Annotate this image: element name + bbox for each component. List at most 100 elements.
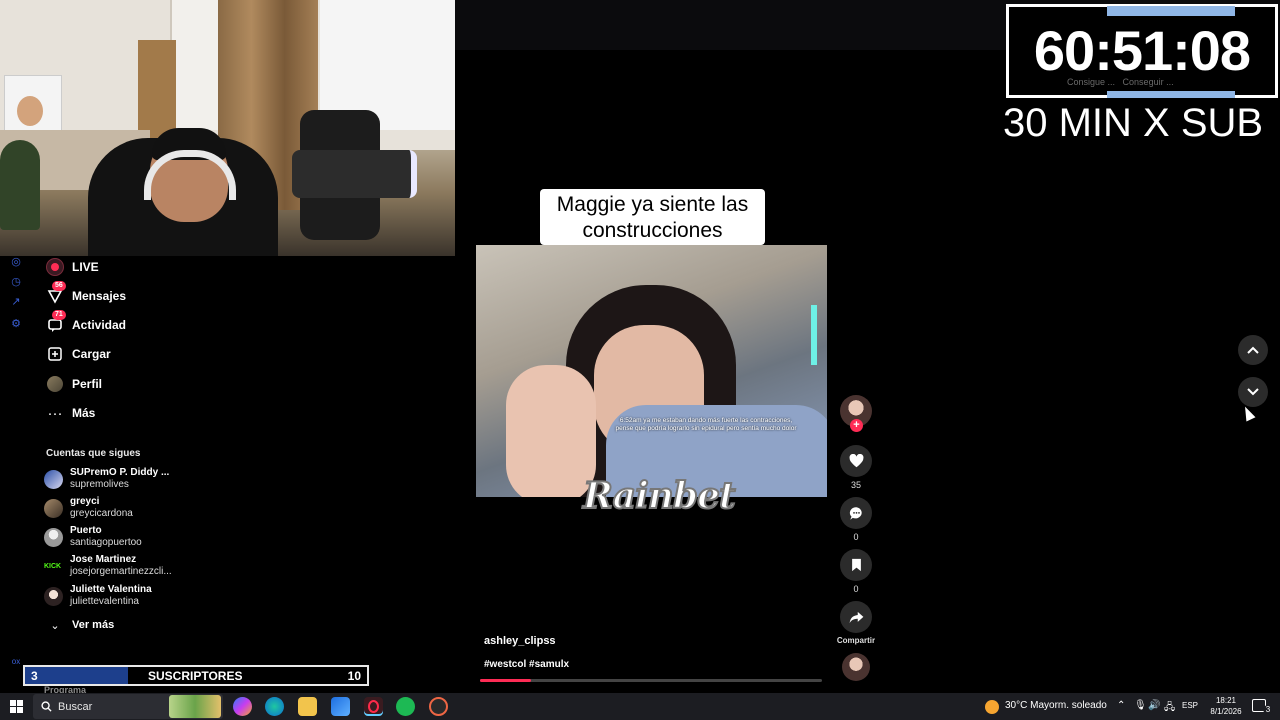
network-icon[interactable]: 🖧 bbox=[1164, 700, 1175, 717]
kick-logo-icon: KICK bbox=[44, 562, 62, 570]
following-avatar bbox=[44, 527, 63, 547]
following-avatar bbox=[44, 586, 63, 606]
sidebar-item-label: LIVE bbox=[72, 260, 99, 274]
sidebar-item-messages[interactable]: 56 Mensajes bbox=[46, 281, 127, 308]
webcam-tree bbox=[0, 140, 40, 230]
taskbar-clock[interactable]: 18:21 8/1/2026 bbox=[1206, 695, 1246, 717]
microphone-icon[interactable]: 🎙 bbox=[1134, 700, 1147, 711]
video-hashtags[interactable]: #westcol #samulx bbox=[484, 659, 569, 670]
taskbar-search-label: Buscar bbox=[58, 700, 93, 713]
profile-avatar bbox=[46, 375, 64, 393]
subathon-rate: 30 MIN X SUB bbox=[1003, 101, 1264, 145]
taskbar-weather[interactable]: 30°C Mayorm. soleado bbox=[1005, 700, 1107, 711]
comment-count: 0 bbox=[853, 532, 859, 542]
rail-clock-icon[interactable]: ◷ bbox=[10, 276, 22, 288]
see-more-label: Ver más bbox=[72, 619, 115, 631]
video-author[interactable]: ashley_clipss bbox=[484, 635, 556, 647]
video-neon-light bbox=[811, 305, 817, 365]
activity-badge: 71 bbox=[52, 310, 66, 320]
sidebar-item-upload[interactable]: Cargar bbox=[46, 342, 111, 366]
following-avatar bbox=[44, 498, 63, 518]
following-handle: santiagopuertoo bbox=[70, 537, 142, 548]
comment-action[interactable]: 0 bbox=[840, 497, 872, 542]
rail-share-icon[interactable]: ↗ bbox=[10, 296, 22, 308]
previous-video-button[interactable] bbox=[1238, 335, 1268, 365]
following-item[interactable]: KICK Jose Martinez josejorgemartinezzcli… bbox=[44, 554, 172, 578]
rail-extra-icon: ox bbox=[11, 657, 21, 666]
following-item[interactable]: greyci greycicardona bbox=[44, 496, 133, 520]
clock-time: 18:21 bbox=[1215, 696, 1237, 705]
webcam-door bbox=[170, 0, 218, 130]
copilot-icon[interactable] bbox=[233, 697, 252, 716]
following-name: greyci bbox=[70, 496, 100, 507]
edge-icon[interactable] bbox=[265, 697, 284, 716]
sidebar-item-label: Mensajes bbox=[72, 289, 127, 303]
obs-icon[interactable] bbox=[429, 697, 448, 716]
share-label: Compartir bbox=[836, 636, 876, 645]
following-avatar bbox=[44, 469, 63, 489]
sidebar-item-activity[interactable]: 71 Actividad bbox=[46, 310, 127, 337]
chevron-down-icon bbox=[1247, 388, 1259, 396]
timer-ghost-left: Consigue ... bbox=[1067, 77, 1116, 87]
windows-start-icon[interactable] bbox=[10, 700, 23, 713]
chevron-down-icon: ⌄ bbox=[50, 619, 60, 632]
see-more-button[interactable]: ⌄ Ver más bbox=[46, 613, 114, 637]
subscriber-current: 3 bbox=[31, 669, 38, 683]
following-name: SUPremO P. Diddy ... bbox=[70, 467, 170, 478]
following-name: Puerto bbox=[70, 525, 102, 536]
video-progress-bar[interactable] bbox=[480, 679, 822, 682]
following-name: Juliette Valentina bbox=[70, 584, 152, 595]
rail-settings-icon[interactable]: ⚙ bbox=[10, 318, 22, 330]
clock-date: 8/1/2026 bbox=[1210, 707, 1242, 716]
next-video-button[interactable] bbox=[1238, 377, 1268, 407]
video-player[interactable]: 6:52am ya me estaban dando más fuerte la… bbox=[476, 245, 827, 497]
following-item[interactable]: Juliette Valentina juliettevalentina bbox=[44, 584, 152, 608]
chevron-up-icon bbox=[1247, 346, 1259, 354]
video-subtitle-line-2: pense que podría lograrlo sin epidural p… bbox=[615, 425, 797, 432]
store-icon[interactable] bbox=[331, 697, 350, 716]
sound-disc[interactable] bbox=[842, 653, 870, 681]
opera-gx-icon[interactable] bbox=[364, 697, 383, 716]
sidebar-item-label: Perfil bbox=[72, 377, 103, 391]
language-indicator[interactable]: ESP bbox=[1182, 701, 1198, 710]
creator-avatar-button[interactable]: + bbox=[840, 395, 872, 432]
volume-icon[interactable]: 🔊 bbox=[1148, 700, 1160, 711]
sidebar-item-more[interactable]: ··· Más bbox=[46, 401, 96, 425]
weather-sun-icon[interactable] bbox=[985, 700, 999, 714]
video-progress-fill bbox=[480, 679, 532, 682]
caption-line-2: construcciones bbox=[582, 219, 723, 242]
following-item[interactable]: SUPremO P. Diddy ... supremolives bbox=[44, 467, 169, 491]
following-handle: greycicardona bbox=[70, 508, 133, 519]
taskbar-search[interactable]: Buscar bbox=[33, 694, 223, 719]
subathon-timer: 60:51:08 Consigue ... Conseguir ... bbox=[1006, 4, 1278, 98]
heart-icon[interactable] bbox=[840, 445, 872, 477]
bookmark-icon[interactable] bbox=[840, 549, 872, 581]
sidebar-item-profile[interactable]: Perfil bbox=[46, 372, 102, 396]
like-action[interactable]: 35 bbox=[840, 445, 872, 490]
sidebar-item-live[interactable]: LIVE bbox=[46, 255, 99, 279]
following-handle: josejorgemartinezzcli... bbox=[70, 566, 172, 577]
video-subtitle: 6:52am ya me estaban dando más fuerte la… bbox=[591, 417, 821, 433]
subscriber-label: SUSCRIPTORES bbox=[148, 669, 243, 683]
webcam-microphone bbox=[292, 150, 417, 198]
more-icon: ··· bbox=[47, 404, 63, 422]
save-count: 0 bbox=[853, 584, 859, 594]
save-action[interactable]: 0 bbox=[840, 549, 872, 594]
notification-count: 3 bbox=[1263, 705, 1273, 714]
timer-value: 60:51:08 bbox=[1033, 19, 1251, 82]
timer-ghost-text: Consigue ... Conseguir ... bbox=[1067, 77, 1174, 87]
comment-icon[interactable] bbox=[840, 497, 872, 529]
following-item[interactable]: Puerto santiagopuertoo bbox=[44, 525, 142, 549]
share-action[interactable]: Compartir bbox=[826, 601, 886, 645]
follow-plus-icon[interactable]: + bbox=[850, 419, 863, 432]
stream-screen: ◎ ◷ ↗ ⚙ ox LIVE 56 Mensajes 71 Actividad bbox=[0, 0, 1280, 720]
left-rail: ◎ ◷ ↗ ⚙ ox bbox=[0, 256, 32, 686]
following-handle: supremolives bbox=[70, 479, 129, 490]
sidebar-item-label: Actividad bbox=[72, 318, 127, 332]
messages-badge: 56 bbox=[52, 281, 66, 291]
chevron-up-tray-icon[interactable]: ⌃ bbox=[1117, 700, 1125, 711]
spotify-icon[interactable] bbox=[396, 697, 415, 716]
share-icon[interactable] bbox=[840, 601, 872, 633]
file-explorer-icon[interactable] bbox=[298, 697, 317, 716]
rail-home-icon[interactable]: ◎ bbox=[10, 256, 22, 268]
